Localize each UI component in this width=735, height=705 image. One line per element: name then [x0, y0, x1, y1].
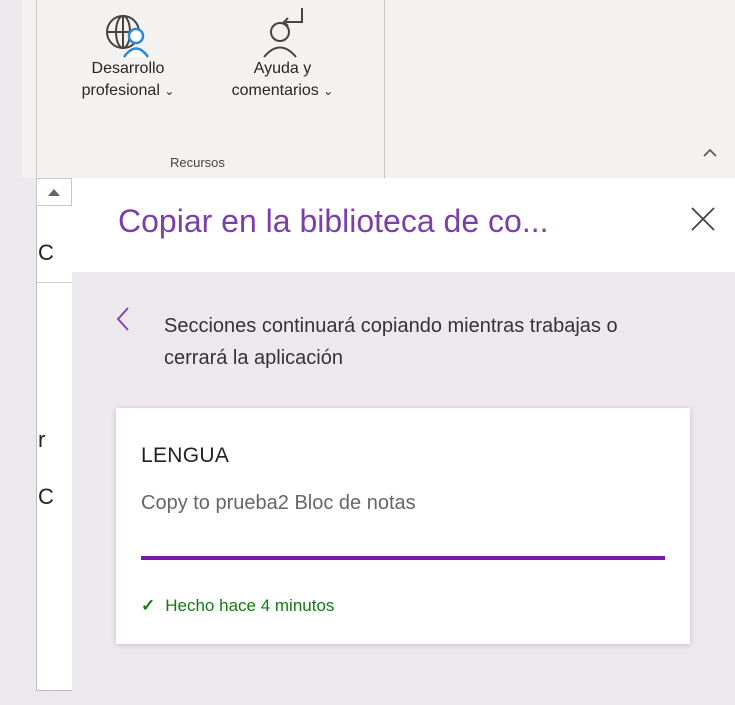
ayuda-line1: Ayuda y [253, 60, 312, 77]
panel-message: Secciones continuará copiando mientras t… [164, 315, 618, 369]
collapse-ribbon-icon[interactable] [701, 144, 719, 162]
close-icon[interactable] [688, 204, 718, 234]
ribbon-separator-right [384, 0, 385, 178]
desarrollo-line2: profesional [81, 82, 160, 99]
copy-job-card: LENGUA Copy to prueba2 Bloc de notas ✓ He… [116, 408, 690, 644]
checkmark-icon: ✓ [141, 596, 156, 615]
progress-fill [141, 556, 665, 560]
document-text-fragment: r [38, 427, 46, 452]
panel-title: Copiar en la biblioteca de co... [118, 203, 549, 239]
ribbon-left-strip [0, 0, 22, 178]
scroll-up-button[interactable] [36, 178, 72, 206]
triangle-up-icon [48, 189, 60, 196]
globe-person-icon [106, 15, 150, 58]
desarrollo-line1: Desarrollo [91, 60, 165, 77]
document-divider [37, 282, 72, 283]
person-feedback-icon [262, 8, 303, 58]
group-label-recursos: Recursos [170, 155, 225, 170]
back-chevron-icon[interactable] [114, 306, 132, 332]
status-text: Hecho hace 4 minutos [165, 596, 335, 615]
ribbon-separator-left [36, 0, 37, 178]
status-message: ✓ Hecho hace 4 minutos [141, 596, 334, 616]
ayuda-line2: comentarios [231, 82, 319, 99]
desarrollo-profesional-button[interactable]: Desarrollo profesional ⌄ [52, 0, 204, 102]
document-text-fragment: C [38, 484, 54, 509]
ayuda-comentarios-button[interactable]: Ayuda y comentarios ⌄ [205, 0, 360, 102]
card-title: LENGUA [141, 444, 230, 467]
chevron-down-icon: ⌄ [323, 84, 334, 98]
chevron-down-icon: ⌄ [164, 84, 175, 98]
card-subtitle: Copy to prueba2 Bloc de notas [141, 492, 416, 514]
progress-bar [141, 556, 665, 560]
document-text-fragment: C [38, 240, 54, 265]
